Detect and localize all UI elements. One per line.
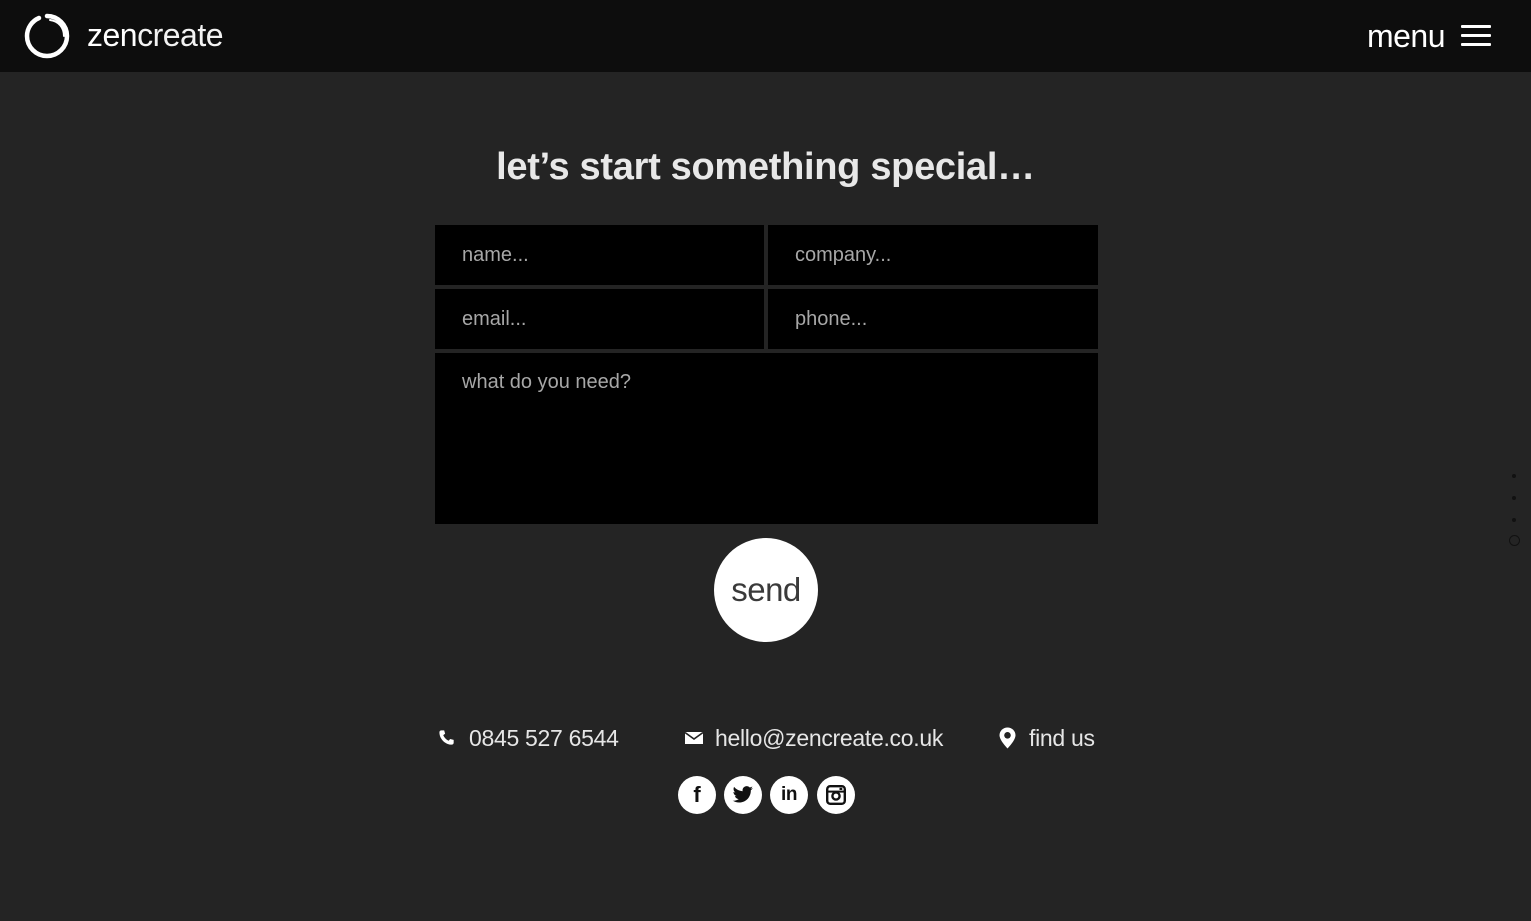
instagram-icon — [826, 785, 846, 805]
facebook-icon: f — [693, 782, 701, 807]
enso-logo-icon — [24, 13, 70, 59]
contact-phone[interactable]: 0845 527 6544 — [438, 722, 619, 754]
brand-name-light: create — [137, 17, 224, 53]
instagram-button[interactable] — [817, 776, 855, 814]
message-textarea[interactable] — [435, 353, 1098, 524]
phone-input[interactable] — [768, 289, 1098, 349]
top-bar: zencreate menu — [0, 0, 1531, 72]
facebook-button[interactable]: f — [678, 776, 716, 814]
brand-wordmark: zencreate — [87, 17, 224, 53]
linkedin-icon: in — [781, 784, 797, 805]
company-input[interactable] — [768, 225, 1098, 285]
envelope-icon — [685, 732, 703, 744]
map-pin-icon — [999, 727, 1016, 749]
phone-icon — [439, 730, 454, 745]
section-dot-1[interactable] — [1512, 474, 1516, 478]
contact-phone-text: 0845 527 6544 — [469, 724, 619, 751]
page-title: let’s start something special… — [496, 146, 1035, 188]
section-dot-4-active[interactable] — [1509, 535, 1520, 546]
email-input[interactable] — [435, 289, 764, 349]
name-input[interactable] — [435, 225, 764, 285]
menu-label: menu — [1366, 17, 1446, 54]
find-us-text: find us — [1029, 724, 1095, 751]
contact-email-text: hello@zencreate.co.uk — [715, 724, 944, 751]
hamburger-icon — [1461, 25, 1491, 47]
send-button[interactable]: send — [714, 538, 818, 642]
brand-logo[interactable]: zencreate — [24, 12, 224, 60]
section-indicator — [1507, 472, 1523, 552]
menu-button[interactable]: menu — [1367, 14, 1491, 58]
find-us-link[interactable]: find us — [999, 722, 1095, 754]
brand-name-bold: zen — [87, 17, 138, 53]
twitter-icon — [732, 786, 753, 803]
section-dot-2[interactable] — [1512, 496, 1516, 500]
contact-email[interactable]: hello@zencreate.co.uk — [685, 722, 943, 754]
section-dot-3[interactable] — [1512, 518, 1516, 522]
linkedin-button[interactable]: in — [770, 776, 808, 814]
twitter-button[interactable] — [724, 776, 762, 814]
